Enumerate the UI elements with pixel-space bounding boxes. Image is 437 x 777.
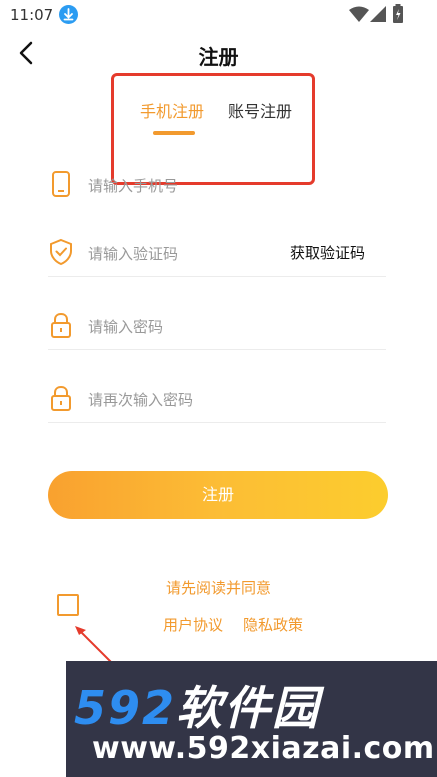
signal-icon bbox=[370, 6, 386, 22]
watermark-brand: 软件园 bbox=[176, 681, 321, 735]
code-input[interactable]: 请输入验证码 bbox=[88, 243, 178, 264]
lock-icon bbox=[47, 311, 75, 339]
page-title: 注册 bbox=[198, 45, 239, 69]
user-agreement-link[interactable]: 用户协议 bbox=[163, 614, 223, 635]
lock-icon bbox=[47, 384, 75, 412]
password-confirm-input[interactable]: 请再次输入密码 bbox=[88, 389, 193, 410]
agreement-checkbox[interactable] bbox=[57, 594, 79, 616]
privacy-policy-link[interactable]: 隐私政策 bbox=[243, 614, 303, 635]
shield-check-icon bbox=[47, 238, 75, 266]
phone-icon bbox=[47, 170, 75, 198]
password-input[interactable]: 请输入密码 bbox=[88, 316, 163, 337]
watermark-url: www.592xiazai.com bbox=[92, 731, 435, 766]
get-code-button[interactable]: 获取验证码 bbox=[290, 242, 365, 263]
download-icon bbox=[59, 5, 78, 24]
annotation-box bbox=[111, 73, 315, 185]
watermark-number: 592 bbox=[74, 681, 177, 735]
phone-input[interactable]: 请输入手机号 bbox=[88, 175, 178, 196]
watermark-logo: 592软件园 bbox=[74, 672, 320, 738]
status-time: 11:07 bbox=[10, 6, 54, 24]
divider bbox=[48, 349, 386, 350]
register-button[interactable]: 注册 bbox=[48, 471, 388, 519]
battery-icon bbox=[393, 4, 403, 23]
divider bbox=[48, 422, 386, 423]
divider bbox=[48, 276, 386, 277]
wifi-icon bbox=[349, 6, 369, 22]
